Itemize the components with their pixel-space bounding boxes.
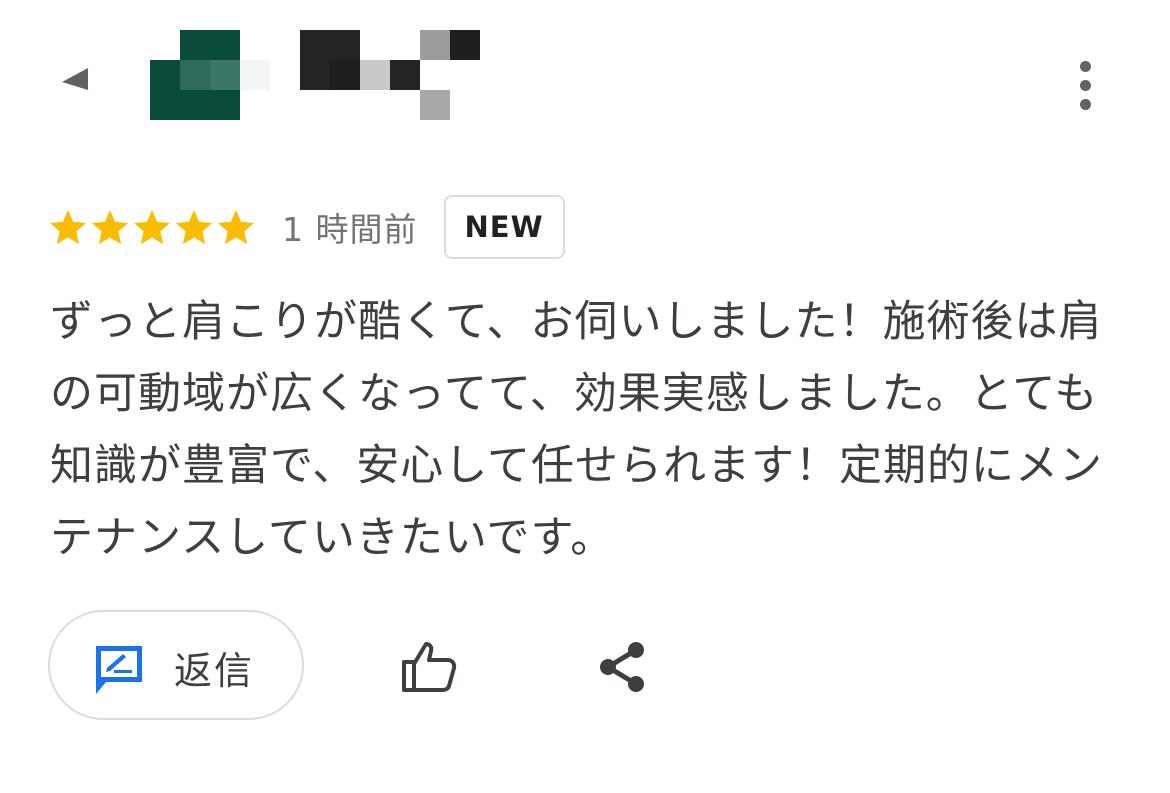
star-rating [48,207,256,247]
star-icon [134,210,170,245]
reply-label: 返信 [174,649,255,693]
star-icon [176,210,212,245]
star-icon [218,210,254,245]
reply-comment-icon [96,646,142,694]
star-icon [50,210,86,245]
share-icon[interactable] [596,640,648,694]
review-time: 1 時間前 [282,210,418,249]
header-bar [0,0,1170,150]
star-icon [92,210,128,245]
rating-row: 1 時間前 NEW [48,195,565,259]
review-text: ずっと肩こりが酷くて、お伺いしました！施術後は肩の可動域が広くなってて、効果実感… [50,297,1103,563]
back-arrow-icon[interactable] [58,60,92,94]
review-actions: 返信 [48,610,1148,724]
reply-button[interactable]: 返信 [48,610,304,720]
thumb-up-icon[interactable] [400,638,458,696]
more-vert-icon[interactable] [1068,58,1104,114]
new-badge: NEW [443,195,565,259]
